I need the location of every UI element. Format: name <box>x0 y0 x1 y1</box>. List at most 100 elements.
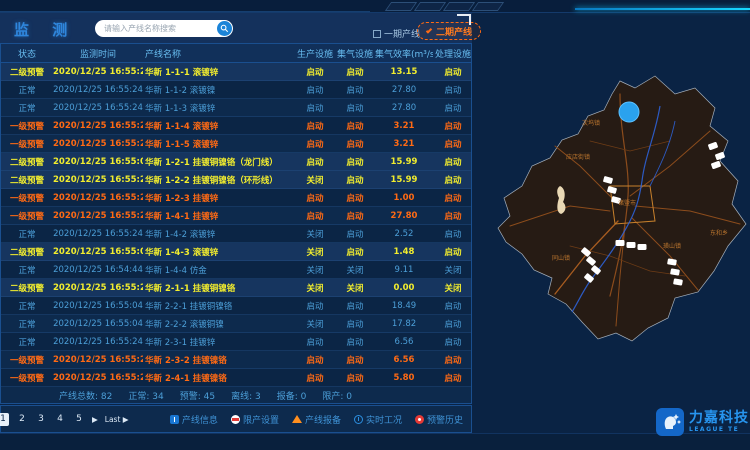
page-button-5[interactable]: 5 <box>73 413 85 426</box>
cell-name: 华新 1-4-1 挂镀锌 <box>143 210 295 222</box>
cell-treat: 启动 <box>433 192 473 204</box>
table-row[interactable]: 一级预警2020/12/25 16:55:24华新 1-4-1 挂镀锌启动启动2… <box>1 207 471 225</box>
cell-gas: 启动 <box>335 318 375 330</box>
cell-prod: 启动 <box>295 210 335 222</box>
search-icon <box>220 24 229 33</box>
cell-time: 2020/12/25 16:55:24 <box>53 121 143 131</box>
cell-name: 华新 1-1-1 滚镀锌 <box>143 66 295 78</box>
table-row[interactable]: 正常2020/12/25 16:55:04华新 2-2-1 挂镀铜镍铬启动启动1… <box>1 297 471 315</box>
cell-treat: 启动 <box>433 354 473 366</box>
table-row[interactable]: 正常2020/12/25 16:54:44华新 1-4-4 仿金关闭关闭9.11… <box>1 261 471 279</box>
cell-name: 华新 1-4-3 滚镀锌 <box>143 246 295 258</box>
table-row[interactable]: 一级预警2020/12/25 16:55:24华新 2-3-2 挂镀镍铬启动启动… <box>1 351 471 369</box>
cell-treat: 启动 <box>433 138 473 150</box>
cell-time: 2020/12/25 16:55:24 <box>53 283 143 293</box>
cell-prod: 启动 <box>295 156 335 168</box>
cell-name: 华新 1-1-3 滚镀锌 <box>143 102 295 114</box>
phase1-checkbox[interactable]: 一期产线 <box>373 27 420 40</box>
region-map[interactable]: 次坞镇应店街镇诸暨市同山镇璜山镇东和乡 <box>470 46 750 386</box>
action-toolbar: 产线信息 限产设置产线报备实时工况 预警历史 <box>170 413 463 426</box>
table-row[interactable]: 一级预警2020/12/25 16:55:24华新 1-1-4 滚镀锌启动启动3… <box>1 117 471 135</box>
next-page-button[interactable]: ▶ <box>92 415 98 424</box>
toolbar-button-alarm-icon[interactable]: 预警历史 <box>415 413 463 426</box>
cell-gas: 启动 <box>335 354 375 366</box>
toolbar-label: 限产设置 <box>243 413 279 426</box>
cell-treat: 启动 <box>433 372 473 384</box>
table-row[interactable]: 一级预警2020/12/25 16:55:24华新 1-2-3 挂镀锌启动启动1… <box>1 189 471 207</box>
table-row[interactable]: 二级预警2020/12/25 16:55:24华新 1-1-1 滚镀锌启动启动1… <box>1 63 471 81</box>
cell-gas: 启动 <box>335 120 375 132</box>
page-button-4[interactable]: 4 <box>54 413 66 426</box>
cell-prod: 启动 <box>295 300 335 312</box>
phase2-label: 二期产线 <box>436 25 472 38</box>
table-row[interactable]: 一级预警2020/12/25 16:55:24华新 2-4-1 挂镀镍铬启动启动… <box>1 369 471 387</box>
logo-text-cn: 力嘉科技 <box>689 411 749 425</box>
cell-eff: 0.00 <box>375 283 433 293</box>
cell-eff: 5.80 <box>375 373 433 383</box>
table-row[interactable]: 正常2020/12/25 16:55:04华新 2-2-2 滚镀铜镍关闭启动17… <box>1 315 471 333</box>
table-row[interactable]: 二级预警2020/12/25 16:55:04华新 1-2-1 挂镀铜镍铬（龙门… <box>1 153 471 171</box>
cell-gas: 启动 <box>335 66 375 78</box>
cell-time: 2020/12/25 16:55:24 <box>53 355 143 365</box>
cell-eff: 13.15 <box>375 67 433 77</box>
toolbar-button-info-icon[interactable]: 产线信息 <box>170 413 218 426</box>
alarm-icon <box>415 415 424 424</box>
toolbar-label: 产线信息 <box>182 413 218 426</box>
site-marker[interactable] <box>616 240 625 246</box>
cell-gas: 启动 <box>335 300 375 312</box>
cell-gas: 启动 <box>335 210 375 222</box>
cell-name: 华新 2-2-2 滚镀铜镍 <box>143 318 295 330</box>
page-button-2[interactable]: 2 <box>16 413 28 426</box>
cell-prod: 启动 <box>295 120 335 132</box>
beacon-marker[interactable] <box>619 102 639 122</box>
search-button[interactable] <box>217 21 232 36</box>
cell-prod: 启动 <box>295 372 335 384</box>
cell-treat: 启动 <box>433 84 473 96</box>
map-label: 应店街镇 <box>566 153 590 161</box>
toolbar-button-report-triangle-icon[interactable]: 产线报备 <box>292 413 341 426</box>
search-input[interactable] <box>95 20 213 37</box>
summary-报备: 报备: 0 <box>277 389 307 402</box>
toolbar-button-realtime-icon[interactable]: 实时工况 <box>354 413 402 426</box>
toolbar-button-limit-icon[interactable]: 限产设置 <box>231 413 279 426</box>
cell-name: 华新 2-3-2 挂镀镍铬 <box>143 354 295 366</box>
cell-time: 2020/12/25 16:55:24 <box>53 337 143 347</box>
table-row[interactable]: 正常2020/12/25 16:55:24华新 2-3-1 挂镀锌启动启动6.5… <box>1 333 471 351</box>
column-header-name: 产线名称 <box>143 47 295 60</box>
pagination: 12345 ▶ Last ▶ <box>0 413 129 426</box>
cell-name: 华新 2-4-1 挂镀镍铬 <box>143 372 295 384</box>
table-row[interactable]: 正常2020/12/25 16:55:24华新 1-4-2 滚镀锌关闭启动2.5… <box>1 225 471 243</box>
page-button-3[interactable]: 3 <box>35 413 47 426</box>
cell-status: 二级预警 <box>1 174 53 186</box>
table-row[interactable]: 正常2020/12/25 16:55:24华新 1-1-2 滚镀镍启动启动27.… <box>1 81 471 99</box>
cell-prod: 启动 <box>295 84 335 96</box>
table-row[interactable]: 二级预警2020/12/25 16:55:24华新 2-1-1 挂镀铜镍铬关闭关… <box>1 279 471 297</box>
page-button-1[interactable]: 1 <box>0 413 9 426</box>
cell-status: 一级预警 <box>1 138 53 150</box>
cell-status: 二级预警 <box>1 66 53 78</box>
phase2-button[interactable]: 二期产线 <box>417 22 481 40</box>
monitoring-screen: 监 测 一期产线 二期产线 状态监测时间产线名称生产设施集气设施集气效率(m³/… <box>0 0 750 450</box>
cell-name: 华新 1-1-5 滚镀锌 <box>143 138 295 150</box>
table-row[interactable]: 二级预警2020/12/25 16:55:04华新 1-4-3 滚镀锌关闭启动1… <box>1 243 471 261</box>
cell-eff: 18.49 <box>375 301 433 311</box>
deco-tab <box>385 2 417 11</box>
cell-gas: 启动 <box>335 102 375 114</box>
cell-gas: 启动 <box>335 138 375 150</box>
column-header-gas: 集气设施 <box>335 47 375 60</box>
site-marker[interactable] <box>627 242 636 248</box>
table-row[interactable]: 一级预警2020/12/25 16:55:24华新 1-1-5 滚镀锌启动启动3… <box>1 135 471 153</box>
table-row[interactable]: 正常2020/12/25 16:55:24华新 1-1-3 滚镀锌启动启动27.… <box>1 99 471 117</box>
cell-status: 一级预警 <box>1 192 53 204</box>
cell-time: 2020/12/25 16:55:04 <box>53 301 143 311</box>
cell-time: 2020/12/25 16:54:44 <box>53 265 143 275</box>
cell-status: 二级预警 <box>1 246 53 258</box>
toolbar-label: 预警历史 <box>427 413 463 426</box>
cell-prod: 启动 <box>295 66 335 78</box>
cell-status: 正常 <box>1 102 53 114</box>
site-marker[interactable] <box>638 244 647 250</box>
cell-treat: 启动 <box>433 120 473 132</box>
cell-name: 华新 1-4-4 仿金 <box>143 264 295 276</box>
table-row[interactable]: 二级预警2020/12/25 16:55:24华新 1-2-2 挂镀铜镍铬（环形… <box>1 171 471 189</box>
last-page-button[interactable]: Last ▶ <box>105 415 129 424</box>
